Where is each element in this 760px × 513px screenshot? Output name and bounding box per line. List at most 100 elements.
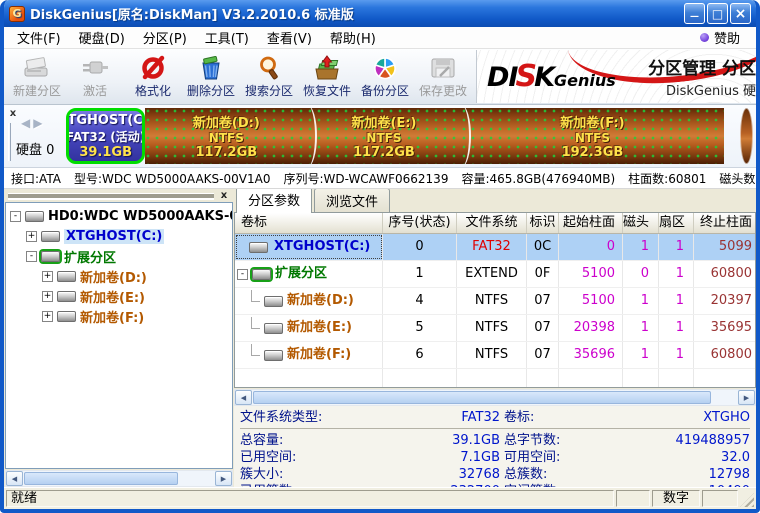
column-header[interactable]: 起始柱面 xyxy=(559,213,623,233)
column-header[interactable]: 卷标 xyxy=(235,213,383,233)
tree-item[interactable]: +新加卷(E:) xyxy=(6,286,232,306)
table-cell: 35695 xyxy=(694,315,756,341)
sponsor-link[interactable]: 赞助 xyxy=(700,28,752,47)
menu-item[interactable]: 文件(F) xyxy=(8,26,70,49)
disk-partition[interactable]: 新加卷(D:)NTFS117.2GB xyxy=(145,108,307,164)
title-bar[interactable]: DiskGenius[原名:DiskMan] V3.2.2010.6 标准版 xyxy=(4,0,756,27)
table-header-row: 卷标序号(状态)文件系统标识起始柱面磁头扇区终止柱面 xyxy=(235,213,756,234)
tree-expander-icon[interactable]: + xyxy=(26,231,37,242)
table-row-empty xyxy=(235,369,756,388)
disk-partition[interactable]: 新加卷(E:)NTFS117.2GB xyxy=(307,108,460,164)
disk-partition[interactable]: XTGHOST(C:)FAT32 (活动)39.1GB xyxy=(66,108,145,164)
tree-expander-icon[interactable]: + xyxy=(42,311,53,322)
status-cells: 数字 xyxy=(616,490,738,507)
table-row[interactable]: -扩展分区1EXTEND0F51000160800 xyxy=(235,261,756,288)
column-header[interactable]: 序号(状态) xyxy=(383,213,457,233)
details-row: 总容量:39.1GB总字节数:419488957 xyxy=(240,432,750,449)
backup-partition-icon xyxy=(370,54,400,81)
table-cell: 5100 xyxy=(559,261,623,287)
column-header[interactable]: 标识 xyxy=(527,213,559,233)
toolbar-button-backup-partition[interactable]: 备份分区 xyxy=(356,50,414,103)
details-row: 已用簇数:232700空闲簇数:10490 xyxy=(240,483,750,487)
details-value: 39.1GB xyxy=(388,432,500,449)
tree-expander-icon[interactable]: + xyxy=(42,271,53,282)
volume-name: 新加卷(D:) xyxy=(287,288,354,314)
column-header[interactable]: 扇区 xyxy=(659,213,694,233)
scroll-thumb[interactable] xyxy=(253,391,711,404)
details-label: 已用空间: xyxy=(240,449,388,466)
table-row[interactable]: 新加卷(E:)5NTFS07203981135695 xyxy=(235,315,756,342)
tree-item[interactable]: -扩展分区 xyxy=(6,246,232,266)
toolbar-button-recover-files[interactable]: 恢复文件 xyxy=(298,50,356,103)
tree-expander-icon[interactable]: - xyxy=(26,251,37,262)
tree-horizontal-scrollbar[interactable]: ◀ ▶ xyxy=(5,470,233,487)
partition-filesystem: FAT32 (活动) xyxy=(66,128,145,145)
tree-panel-close-icon[interactable]: x xyxy=(218,191,230,201)
scroll-right-icon[interactable]: ▶ xyxy=(215,471,232,486)
column-header[interactable]: 终止柱面 xyxy=(694,213,756,233)
tree-item[interactable]: +新加卷(D:) xyxy=(6,266,232,286)
toolbar-button-label: 格式化 xyxy=(135,82,171,99)
menu-item[interactable]: 工具(T) xyxy=(196,26,258,49)
tree-panel-grip[interactable]: x xyxy=(5,189,233,202)
disk-icon xyxy=(41,251,60,262)
tree-expander-icon[interactable]: + xyxy=(42,291,53,302)
toolbar-button-activate: 激活 xyxy=(66,50,124,103)
tree-item-label: HD0:WDC WD5000AAKS-00V1A0 xyxy=(48,209,233,224)
menu-item[interactable]: 分区(P) xyxy=(134,26,196,49)
tab-partition-params[interactable]: 分区参数 xyxy=(236,189,312,213)
tree-item[interactable]: +新加卷(F:) xyxy=(6,306,232,326)
scroll-left-icon[interactable]: ◀ xyxy=(6,471,23,486)
partition-size: 39.1GB xyxy=(79,145,132,160)
table-row[interactable]: 新加卷(F:)6NTFS07356961160800 xyxy=(235,342,756,369)
resize-grip-icon[interactable] xyxy=(740,493,754,507)
table-cell: 5 xyxy=(383,315,457,341)
disk-partition[interactable]: 新加卷(F:)NTFS192.3GB xyxy=(461,108,725,164)
column-header[interactable]: 磁头 xyxy=(623,213,659,233)
minimize-button-icon[interactable] xyxy=(684,3,705,24)
tree-item[interactable]: - HD0:WDC WD5000AAKS-00V1A0 xyxy=(6,206,232,226)
menu-item[interactable]: 硬盘(D) xyxy=(70,26,134,49)
scroll-right-icon[interactable]: ▶ xyxy=(738,390,755,405)
banner-subtitle: DiskGenius 硬 xyxy=(648,80,756,99)
toolbar-button-label: 删除分区 xyxy=(187,82,235,99)
disk-icon xyxy=(57,271,76,282)
table-cell: 0 xyxy=(383,234,457,260)
partition-filesystem: NTFS xyxy=(209,131,244,145)
disk-icon xyxy=(252,269,271,280)
details-value: 12798 xyxy=(640,466,750,483)
partition-blocks: XTGHOST(C:)FAT32 (活动)39.1GB新加卷(D:)NTFS11… xyxy=(66,108,744,164)
toolbar-button-search-partition[interactable]: 搜索分区 xyxy=(240,50,298,103)
row-expander-icon[interactable]: - xyxy=(237,269,248,280)
maximize-button-icon[interactable] xyxy=(707,3,728,24)
scroll-thumb[interactable] xyxy=(24,472,178,485)
disk-bar: XTGHOST(C:)FAT32 (活动)39.1GB新加卷(D:)NTFS11… xyxy=(66,108,753,164)
table-cell xyxy=(659,369,694,388)
table-cell: 5099 xyxy=(694,234,756,260)
table-row[interactable]: XTGHOST(C:)0FAT320C0115099 xyxy=(235,234,756,261)
column-header[interactable]: 文件系统 xyxy=(457,213,527,233)
scroll-left-icon[interactable]: ◀ xyxy=(235,390,252,405)
tab-browse-files[interactable]: 浏览文件 xyxy=(314,189,390,212)
table-horizontal-scrollbar[interactable]: ◀ ▶ xyxy=(234,389,756,406)
menu-item[interactable]: 查看(V) xyxy=(258,26,321,49)
close-button-icon[interactable] xyxy=(730,3,751,24)
menu-item[interactable]: 帮助(H) xyxy=(321,26,385,49)
tree-item[interactable]: +XTGHOST(C:) xyxy=(6,226,232,246)
toolbar-button-delete-partition[interactable]: 删除分区 xyxy=(182,50,240,103)
disk-nav-arrows[interactable]: ◀▶ xyxy=(21,116,45,130)
disk-panel-close-icon[interactable]: x xyxy=(7,108,19,120)
details-label: 可用空间: xyxy=(500,449,640,466)
toolbar-button-label: 新建分区 xyxy=(13,82,61,99)
toolbar-button-format[interactable]: 格式化 xyxy=(124,50,182,103)
table-row[interactable]: 新加卷(D:)4NTFS0751001120397 xyxy=(235,288,756,315)
grip-lines[interactable] xyxy=(8,193,214,198)
statusbar-cell: 数字 xyxy=(652,490,700,507)
tree-branch-line xyxy=(251,344,260,356)
disk-panel-grip[interactable] xyxy=(8,123,11,161)
partition-table: 卷标序号(状态)文件系统标识起始柱面磁头扇区终止柱面 XTGHOST(C:)0F… xyxy=(234,212,756,388)
tree-expander-icon[interactable]: - xyxy=(10,211,21,222)
volume-name: 新加卷(F:) xyxy=(287,342,351,368)
table-cell: EXTEND xyxy=(457,261,527,287)
tab-strip: 分区参数 浏览文件 xyxy=(234,189,756,212)
